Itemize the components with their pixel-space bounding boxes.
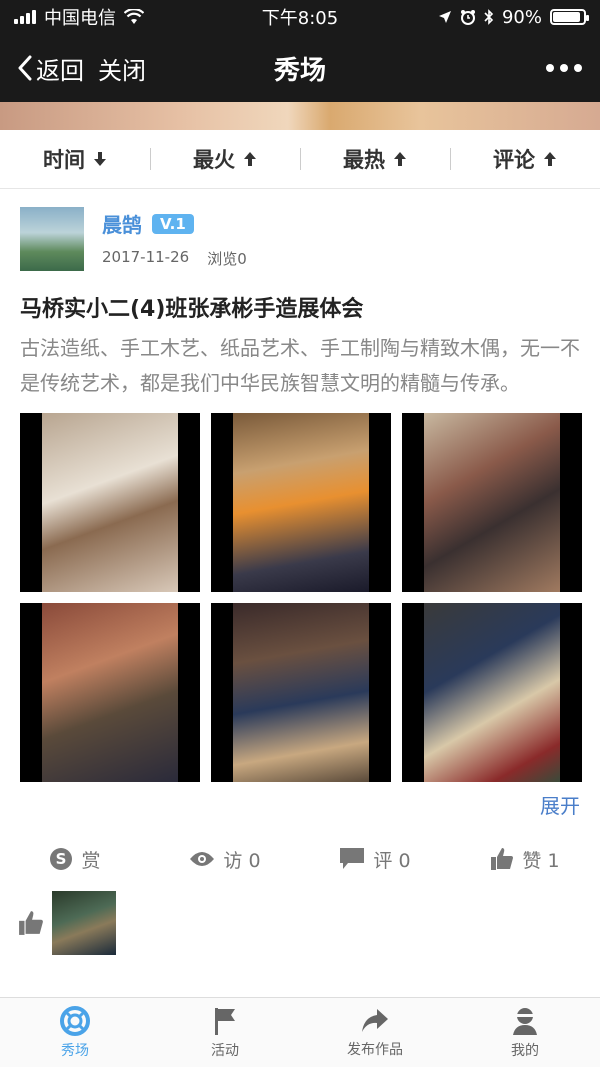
tab-bar: 秀场 活动 发布作品 我的 [0, 997, 600, 1067]
thumbs-up-icon [491, 848, 514, 870]
signal-icon [14, 10, 36, 24]
chevron-left-icon [18, 55, 32, 81]
tab-label: 我的 [511, 1042, 539, 1059]
banner-image [0, 102, 600, 130]
user-icon [513, 1007, 537, 1035]
sort-by-popular[interactable]: 最热 [300, 144, 450, 174]
post-title: 马桥实小二(4)班张承彬手造展体会 [20, 297, 364, 322]
location-icon [438, 11, 451, 23]
back-button[interactable]: 返回 [18, 51, 84, 86]
arrow-up-icon [544, 152, 556, 166]
tab-publish[interactable]: 发布作品 [300, 998, 450, 1067]
photo-thumbnail[interactable] [20, 413, 200, 592]
visits-label: 访 0 [223, 849, 261, 872]
sort-label: 评论 [493, 148, 535, 172]
close-button[interactable]: 关闭 [98, 51, 146, 86]
page-title: 秀场 [273, 55, 327, 86]
tab-label: 活动 [211, 1042, 239, 1059]
status-left: 中国电信 [14, 4, 144, 30]
skype-icon: S [50, 848, 73, 870]
lifebuoy-icon [60, 1005, 90, 1036]
comments-label: 评 0 [373, 849, 411, 872]
wifi-icon [124, 9, 144, 24]
battery-icon [550, 9, 589, 25]
likes-label: 赞 1 [522, 849, 560, 872]
author-row: 晨鹄 V.1 [102, 209, 247, 238]
nav-bar: 返回 关闭 秀场 [0, 34, 600, 102]
clock: 下午8:05 [261, 8, 339, 29]
tab-activities[interactable]: 活动 [150, 998, 300, 1067]
carrier-label: 中国电信 [44, 8, 116, 29]
view-count: 浏览0 [207, 250, 247, 268]
like-button[interactable]: 赞 1 [450, 846, 600, 873]
expand-link[interactable]: 展开 [0, 790, 600, 819]
level-badge: V.1 [152, 213, 194, 234]
flag-icon [215, 1007, 235, 1035]
thumbs-up-icon [19, 911, 43, 935]
photo-thumbnail[interactable] [402, 603, 582, 782]
tab-label: 秀场 [61, 1042, 89, 1059]
sort-by-comments[interactable]: 评论 [450, 144, 600, 174]
tab-showcase[interactable]: 秀场 [0, 998, 150, 1067]
battery-percent: 90% [501, 6, 542, 28]
arrow-down-icon [94, 152, 106, 166]
tab-label: 发布作品 [347, 1041, 403, 1058]
svg-text:S: S [56, 850, 67, 868]
sort-label: 最热 [343, 148, 385, 172]
liker-avatar[interactable] [52, 891, 116, 955]
eye-icon [190, 852, 215, 866]
photo-thumbnail[interactable] [211, 413, 391, 592]
arrow-up-icon [244, 152, 256, 166]
bluetooth-icon [484, 9, 494, 25]
reward-label: 赏 [81, 849, 101, 872]
likers-row [0, 891, 600, 955]
photo-grid [0, 413, 600, 782]
status-bar: 中国电信 下午8:05 90% [0, 0, 600, 34]
sort-label: 最火 [193, 148, 235, 172]
post-date: 2017-11-26 [102, 248, 190, 266]
nav-left: 返回 关闭 [18, 51, 146, 86]
visits-button[interactable]: 访 0 [150, 846, 300, 873]
post-body: 古法造纸、手工木艺、纸品艺术、手工制陶与精致木偶，无一不是传统艺术，都是我们中华… [20, 336, 580, 395]
sort-by-hot[interactable]: 最火 [150, 144, 300, 174]
status-right: 90% [438, 6, 589, 28]
post-header: 晨鹄 V.1 2017-11-26 浏览0 [0, 189, 600, 273]
author-name[interactable]: 晨鹄 [102, 209, 142, 238]
back-label: 返回 [36, 56, 84, 85]
share-arrow-icon [362, 1008, 388, 1032]
photo-thumbnail[interactable] [20, 603, 200, 782]
reward-button[interactable]: S 赏 [0, 846, 150, 873]
tab-profile[interactable]: 我的 [450, 998, 600, 1067]
photo-thumbnail[interactable] [402, 413, 582, 592]
avatar[interactable] [20, 207, 84, 271]
more-button[interactable] [546, 64, 582, 72]
author-info: 晨鹄 V.1 2017-11-26 浏览0 [102, 207, 247, 273]
comments-button[interactable]: 评 0 [300, 846, 450, 873]
photo-thumbnail[interactable] [211, 603, 391, 782]
sort-by-time[interactable]: 时间 [0, 144, 150, 174]
comment-icon [340, 848, 365, 869]
alarm-icon [460, 10, 475, 25]
sort-label: 时间 [43, 148, 85, 172]
post-actions: S 赏 访 0 评 0 赞 1 [0, 837, 600, 881]
arrow-up-icon [394, 152, 406, 166]
battery-fill [553, 12, 580, 22]
post-meta: 2017-11-26 浏览0 [102, 248, 247, 269]
sort-bar: 时间 最火 最热 评论 [0, 130, 600, 189]
